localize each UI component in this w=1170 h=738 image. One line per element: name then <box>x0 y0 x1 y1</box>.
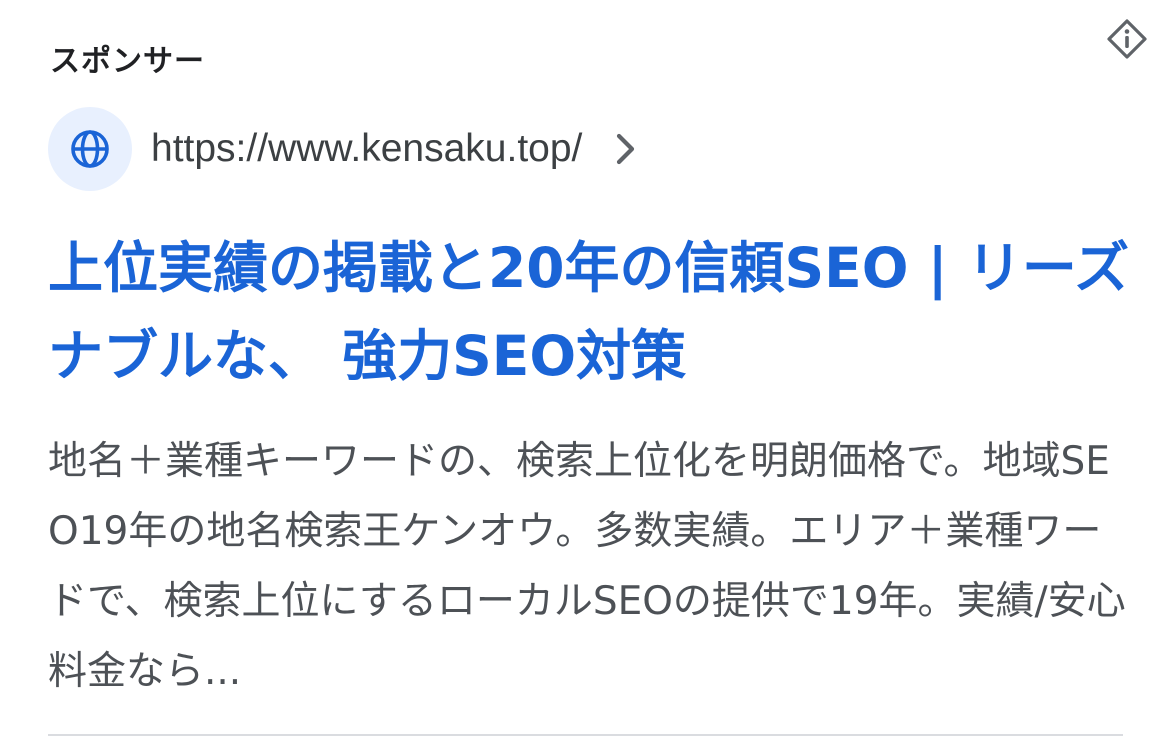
sponsor-label: スポンサー <box>50 44 205 79</box>
info-diamond-icon <box>1107 19 1147 59</box>
globe-icon <box>71 130 109 168</box>
ad-title-link[interactable]: 上位実績の掲載と20年の信頼SEO | リーズナブルな、 強力SEO対策 <box>48 224 1138 400</box>
ad-description: 地名＋業種キーワードの、検索上位化を明朗価格で。地域SEO19年の地名検索王ケン… <box>48 439 1126 694</box>
sponsored-result-card: スポンサー https://www.kensaku.top/ 上位実績の掲載と2… <box>0 0 1170 738</box>
site-url: https://www.kensaku.top/ <box>151 127 583 170</box>
site-favicon <box>48 107 132 191</box>
result-divider <box>48 734 1123 736</box>
site-link-row[interactable]: https://www.kensaku.top/ <box>48 107 640 191</box>
ad-info-button[interactable] <box>1103 15 1151 63</box>
chevron-right-icon <box>610 129 640 169</box>
